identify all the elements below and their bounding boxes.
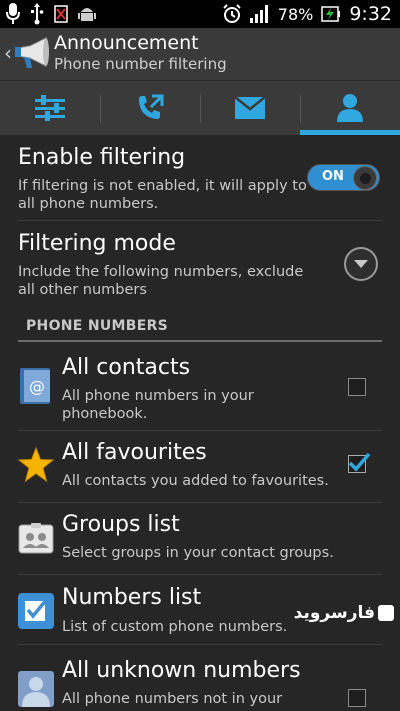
phone-call-icon xyxy=(139,94,164,119)
battery-charging-icon xyxy=(321,6,341,22)
usb-icon xyxy=(31,3,44,25)
toggle-knob xyxy=(353,166,377,190)
enable-filtering-toggle[interactable]: ON xyxy=(307,164,380,191)
numbers-checklist-icon xyxy=(18,593,54,629)
all-contacts-desc: All phone numbers in your phonebook. xyxy=(62,388,254,422)
toggle-label: ON xyxy=(322,169,344,184)
tab-messages[interactable] xyxy=(200,81,300,135)
enable-filtering-row[interactable]: Enable filtering If filtering is not ena… xyxy=(18,135,382,221)
tab-contacts[interactable] xyxy=(300,81,400,135)
all-favourites-checkbox[interactable] xyxy=(348,452,371,473)
checkmark-icon xyxy=(348,452,371,472)
svg-text:@: @ xyxy=(29,377,45,396)
android-debug-icon xyxy=(78,8,96,21)
action-bar: ‹ Announcement Phone number filtering xyxy=(0,28,400,80)
all-unknown-numbers-desc: All phone numbers not in your xyxy=(62,691,283,707)
person-icon xyxy=(337,94,363,122)
all-contacts-title: All contacts xyxy=(62,355,191,380)
list-item-all-unknown-numbers[interactable]: All unknown numbers All phone numbers no… xyxy=(18,645,382,711)
alarm-icon xyxy=(223,4,241,23)
groups-card-icon xyxy=(18,523,54,554)
envelope-icon xyxy=(235,97,265,119)
megaphone-icon[interactable] xyxy=(12,36,52,72)
clock: 9:32 xyxy=(349,3,392,25)
section-header-phone-numbers: PHONE NUMBERS xyxy=(26,318,169,334)
all-favourites-title: All favourites xyxy=(62,440,207,465)
tab-calls[interactable] xyxy=(100,81,200,135)
numbers-list-title: Numbers list xyxy=(62,585,202,610)
battery-percent: 78% xyxy=(277,4,314,24)
filtering-mode-row[interactable]: Filtering mode Include the following num… xyxy=(18,221,382,305)
groups-list-title: Groups list xyxy=(62,512,180,537)
sim-off-icon xyxy=(54,5,68,23)
numbers-list-desc: List of custom phone numbers. xyxy=(62,619,288,635)
filtering-mode-title: Filtering mode xyxy=(18,231,176,256)
page-title: Announcement xyxy=(54,32,199,54)
sliders-icon xyxy=(35,95,65,121)
watermark-text: فارسروید xyxy=(293,603,375,623)
watermark-logo-icon xyxy=(378,605,394,621)
all-unknown-numbers-title: All unknown numbers xyxy=(62,658,301,683)
page-subtitle: Phone number filtering xyxy=(54,55,227,73)
settings-content: Enable filtering If filtering is not ena… xyxy=(0,135,400,711)
tab-settings[interactable] xyxy=(0,81,100,135)
tab-bar xyxy=(0,80,400,135)
all-unknown-numbers-checkbox[interactable] xyxy=(348,689,366,707)
filtering-mode-desc: Include the following numbers, exclude a… xyxy=(18,264,304,298)
unknown-person-icon xyxy=(18,671,54,707)
list-item-all-favourites[interactable]: All favourites All contacts you added to… xyxy=(18,431,382,503)
microphone-icon xyxy=(6,3,20,24)
star-icon xyxy=(18,447,54,483)
enable-filtering-title: Enable filtering xyxy=(18,145,186,170)
filtering-mode-dropdown[interactable] xyxy=(344,247,378,281)
enable-filtering-desc: If filtering is not enabled, it will app… xyxy=(18,178,307,212)
list-item-all-contacts[interactable]: @ All contacts All phone numbers in your… xyxy=(18,342,382,431)
list-item-groups-list[interactable]: Groups list Select groups in your contac… xyxy=(18,503,382,575)
groups-list-desc: Select groups in your contact groups. xyxy=(62,545,334,561)
status-bar: 78% 9:32 xyxy=(0,0,400,28)
all-contacts-checkbox[interactable] xyxy=(348,378,366,396)
address-book-icon: @ xyxy=(20,368,50,404)
back-chevron-icon[interactable]: ‹ xyxy=(4,41,12,65)
watermark: فارسروید xyxy=(294,603,394,623)
all-favourites-desc: All contacts you added to favourites. xyxy=(62,473,329,489)
signal-icon xyxy=(249,5,268,23)
